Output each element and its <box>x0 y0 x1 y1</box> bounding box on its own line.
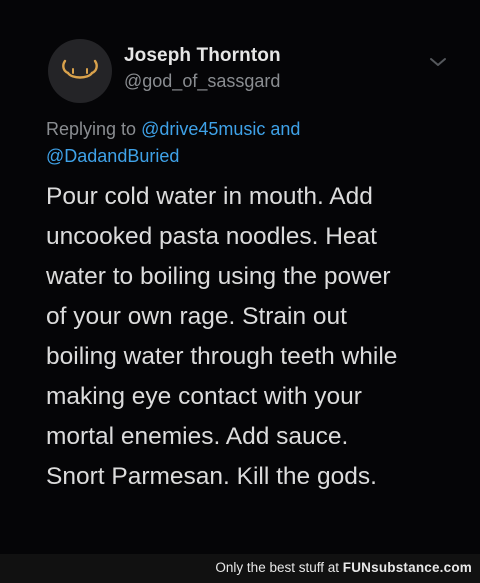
tweet-card: Joseph Thornton @god_of_sassgard Replyin… <box>0 0 480 554</box>
tweet-text: Pour cold water in mouth. Add uncooked p… <box>46 177 466 497</box>
tweet-text-line: mortal enemies. Add sauce. <box>46 423 349 450</box>
and-word: and <box>270 119 301 139</box>
tweet-text-line: Snort Parmesan. Kill the gods. <box>46 463 377 490</box>
chevron-down-icon[interactable] <box>428 55 448 69</box>
user-handle[interactable]: @god_of_sassgard <box>124 71 280 92</box>
replying-to-label: Replying to <box>46 119 137 139</box>
tweet-text-line: boiling water through teeth while <box>46 343 398 370</box>
viking-helmet-icon <box>62 59 98 79</box>
tweet-text-line: Pour cold water in mouth. Add <box>46 183 373 210</box>
display-name[interactable]: Joseph Thornton <box>124 45 281 67</box>
tweet-text-line: uncooked pasta noodles. Heat <box>46 223 377 250</box>
replying-to: Replying to @drive45music and @DadandBur… <box>46 116 446 170</box>
watermark-brand: FUNsubstance.com <box>342 560 472 575</box>
avatar[interactable] <box>48 39 112 103</box>
watermark-prefix: Only the best stuff at <box>215 560 339 575</box>
tweet-text-line: making eye contact with your <box>46 383 362 410</box>
tweet-text-line: water to boiling using the power <box>46 263 391 290</box>
tweet-text-line: of your own rage. Strain out <box>46 303 347 330</box>
mention-link[interactable]: @DadandBuried <box>46 146 179 166</box>
watermark-footer: Only the best stuff at FUNsubstance.com <box>0 554 480 583</box>
mention-link[interactable]: @drive45music <box>141 119 265 139</box>
watermark-text: Only the best stuff at FUNsubstance.com <box>215 560 472 575</box>
